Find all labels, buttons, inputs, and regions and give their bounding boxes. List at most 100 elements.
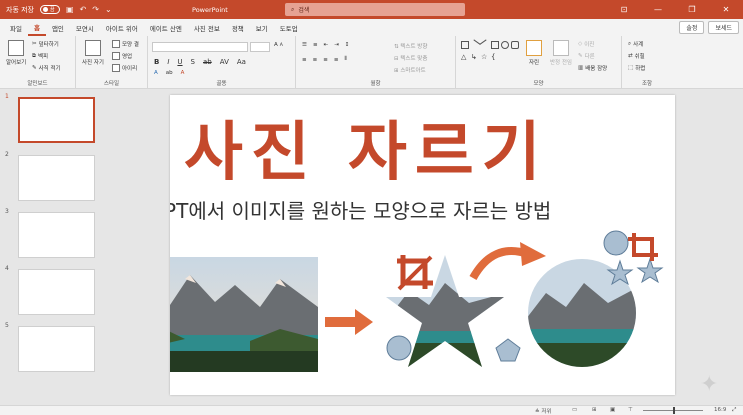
slide-subtitle[interactable]: PPT에서 이미지를 원하는 모양으로 자르는 방법 — [170, 195, 551, 224]
line-spacing-icon[interactable]: ↕ — [345, 42, 350, 48]
shape-outline-button[interactable]: ✎ 다른 — [578, 52, 595, 60]
align-right-icon[interactable]: ≡ — [323, 57, 328, 63]
align-left-icon[interactable]: ≡ — [302, 57, 307, 63]
section-button[interactable]: 아이리 — [112, 64, 137, 72]
tab-animations[interactable]: 사진 전보 — [188, 19, 226, 36]
align-center-icon[interactable]: ≡ — [313, 57, 318, 63]
select-button[interactable]: ⬚ 하렵 — [628, 64, 645, 72]
grow-font-button[interactable]: AA — [274, 42, 283, 48]
sorter-view-icon[interactable]: ⊞ — [592, 407, 597, 413]
font-size-combo[interactable] — [250, 42, 270, 52]
reset-button[interactable]: 영업 — [112, 52, 132, 60]
undo-icon[interactable]: ↶ — [80, 5, 87, 14]
layout-button[interactable]: 모양 결 — [112, 40, 139, 48]
increase-indent-icon[interactable]: ⇥ — [334, 42, 339, 48]
outline-label: 다른 — [584, 54, 595, 60]
shape-rounded[interactable] — [511, 41, 519, 49]
decrease-indent-icon[interactable]: ⇤ — [324, 42, 329, 48]
slide-title[interactable]: 사진 자르기 — [184, 101, 549, 193]
zoom-slider-knob[interactable] — [673, 407, 675, 414]
slideshow-view-icon[interactable]: ⊤ — [628, 407, 633, 413]
thumbnail-preview[interactable] — [18, 97, 95, 143]
replace-label: 쉬힐 — [634, 54, 645, 60]
redo-icon[interactable]: ↷ — [92, 5, 99, 14]
close-icon[interactable]: ✕ — [709, 0, 743, 19]
tab-transitions[interactable]: 에이트 산엔 — [144, 19, 188, 36]
underline-button[interactable]: U — [177, 58, 182, 66]
save-icon[interactable]: ▣ — [66, 5, 74, 14]
notes-button[interactable]: ≙ 저위 — [535, 407, 551, 415]
shape-line[interactable] — [469, 39, 481, 51]
comments-button[interactable]: 보세드 — [708, 21, 739, 34]
tab-view[interactable]: 보기 — [250, 19, 274, 36]
quick-styles-button[interactable]: 반정 전임 — [550, 40, 572, 66]
bullets-icon[interactable]: ☰ — [302, 42, 307, 48]
thumbnail-2[interactable]: 2 — [0, 151, 100, 201]
replace-button[interactable]: ⇄ 쉬힐 — [628, 52, 645, 60]
app-title: PowerPoint — [192, 5, 228, 14]
justify-icon[interactable]: ≡ — [334, 57, 339, 63]
font-name-combo[interactable] — [152, 42, 248, 52]
shapes-gallery[interactable]: △ ↳ ☆{ — [460, 39, 522, 62]
thumbnail-preview[interactable] — [18, 269, 95, 315]
maximize-icon[interactable]: ❐ — [675, 0, 709, 19]
shape-brace[interactable]: { — [491, 53, 499, 61]
share-button[interactable]: 솔정 — [679, 21, 705, 34]
numbering-icon[interactable]: ≡ — [313, 42, 318, 48]
align-text-button[interactable]: ⊟ 텍스트 맞춤 — [394, 54, 427, 62]
reading-view-icon[interactable]: ▣ — [610, 407, 615, 413]
thumbnail-3[interactable]: 3 — [0, 208, 100, 258]
shadow-button[interactable]: S — [191, 58, 195, 66]
search-box[interactable]: ⌕ 검색 — [285, 3, 465, 16]
thumbnail-preview[interactable] — [18, 212, 95, 258]
text-direction-button[interactable]: ⇅ 텍스트 방향 — [394, 42, 427, 50]
minimize-icon[interactable]: — — [641, 0, 675, 19]
normal-view-icon[interactable]: ▭ — [572, 407, 577, 413]
tab-file[interactable]: 파일 — [4, 19, 28, 36]
thumbnail-preview[interactable] — [18, 326, 95, 372]
thumbnail-number: 5 — [5, 322, 9, 329]
highlight-icon[interactable]: ab — [166, 70, 173, 76]
format-painter-button[interactable]: ✎ 사직 적기 — [32, 64, 61, 72]
shape-oval[interactable] — [501, 41, 509, 49]
thumbnail-5[interactable]: 5 — [0, 322, 100, 372]
italic-button[interactable]: I — [167, 58, 169, 66]
slide-canvas[interactable]: 사진 자르기 PPT에서 이미지를 원하는 모양으로 자르는 방법 — [170, 95, 675, 395]
copy-button[interactable]: ⧉ 벡피 — [32, 52, 48, 61]
new-slide-button[interactable]: 사진 자기 — [82, 40, 104, 66]
tab-insert[interactable]: 앱인 — [46, 19, 70, 36]
autosave-toggle[interactable]: 끔 — [40, 5, 60, 14]
shape-effects-button[interactable]: ◇ 이진 — [578, 40, 594, 48]
cut-button[interactable]: ✂ 덮타하기 — [32, 40, 59, 48]
bold-button[interactable]: B — [154, 58, 159, 66]
thumbnail-4[interactable]: 4 — [0, 265, 100, 315]
tab-draw[interactable]: 모연시 — [70, 19, 100, 36]
tab-help[interactable]: 도토업 — [274, 19, 304, 36]
tab-slideshow[interactable]: 정책 — [226, 19, 250, 36]
account-icon[interactable]: ⊡ — [607, 0, 641, 19]
shape-star[interactable]: ☆ — [481, 53, 489, 61]
text-effects-icon[interactable]: A — [154, 70, 158, 76]
shape-triangle[interactable]: △ — [461, 53, 469, 61]
landscape-photo[interactable] — [170, 257, 318, 372]
find-button[interactable]: ⌕ 사계 — [628, 40, 643, 49]
tab-design[interactable]: 아이트 위어 — [100, 19, 144, 36]
thumbnail-preview[interactable] — [18, 155, 95, 201]
columns-icon[interactable]: ⫴ — [344, 56, 346, 63]
paste-button[interactable]: 알어보기 — [6, 40, 26, 66]
shape-rectangle[interactable] — [461, 41, 469, 49]
arrange-button[interactable]: 자린 — [526, 40, 542, 66]
thumbnail-1[interactable]: 1 — [0, 93, 100, 143]
tab-home[interactable]: 홈 — [27, 19, 46, 36]
case-button[interactable]: Aa — [237, 58, 246, 66]
customize-qat-icon[interactable]: ⌄ — [105, 5, 112, 14]
font-color-icon[interactable]: A — [181, 70, 185, 76]
smartart-button[interactable]: ⊞ 스마트아트 — [394, 66, 426, 74]
strikethrough-button[interactable]: ab — [203, 58, 212, 66]
shape-rect-2[interactable] — [491, 41, 499, 49]
fit-slide-icon[interactable]: ⤢ — [732, 407, 736, 414]
shape-line-2[interactable] — [479, 39, 491, 51]
spacing-button[interactable]: AV — [220, 58, 229, 66]
shape-fill-button[interactable]: ▥ 배움 잠양 — [578, 64, 607, 72]
shape-arrow[interactable]: ↳ — [471, 53, 479, 61]
